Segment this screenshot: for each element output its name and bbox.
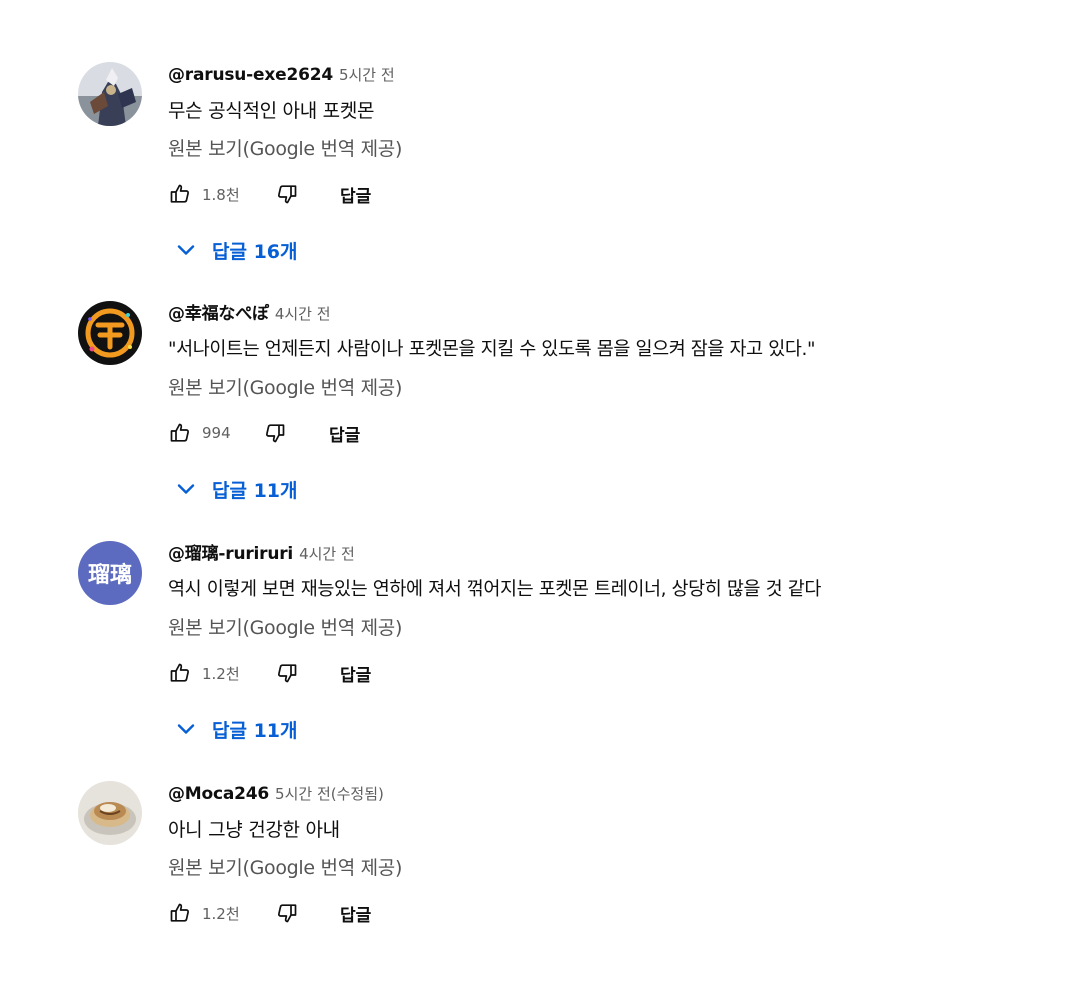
thumbs-down-icon — [277, 904, 297, 923]
photo-avatar-figure-icon — [78, 62, 142, 126]
replies-label: 답글 11개 — [212, 479, 298, 502]
dislike-button[interactable] — [261, 419, 289, 447]
view-replies-button[interactable]: 답글 11개 — [168, 713, 1028, 745]
reply-button[interactable]: 답글 — [329, 421, 360, 446]
thumbs-up-icon — [170, 663, 190, 682]
dislike-button[interactable] — [273, 659, 301, 687]
comment-author[interactable]: @幸福なぺぽ — [168, 304, 269, 324]
comment-time[interactable]: 4시간 전 — [299, 545, 355, 563]
thumbs-down-icon — [265, 424, 285, 443]
comment-text: 역시 이렇게 보면 재능있는 연하에 져서 꺾어지는 포켓몬 트레이너, 상당히… — [168, 579, 821, 600]
comment-time[interactable]: 5시간 전(수정됨) — [275, 785, 384, 803]
like-count: 1.2천 — [202, 664, 240, 683]
chevron-down-icon — [177, 724, 195, 734]
like-button[interactable] — [166, 899, 194, 927]
avatar[interactable]: 瑠璃 — [78, 541, 142, 605]
comment-text: 무슨 공식적인 아내 포켓몬 — [168, 100, 375, 122]
thumbs-down-icon — [277, 664, 297, 683]
like-count: 994 — [202, 424, 231, 442]
comment-toolbar: 1.8천 답글 — [168, 178, 1028, 210]
comment-toolbar: 1.2천 답글 — [168, 657, 1028, 689]
comment-author[interactable]: @瑠璃-ruriruri — [168, 544, 293, 564]
like-button[interactable] — [166, 180, 194, 208]
comment-toolbar: 994 답글 — [168, 417, 1028, 449]
like-button[interactable] — [166, 659, 194, 687]
reply-button[interactable]: 답글 — [340, 182, 371, 207]
photo-avatar-food-icon — [78, 781, 142, 845]
dislike-button[interactable] — [273, 899, 301, 927]
view-replies-button[interactable]: 답글 11개 — [168, 473, 1028, 505]
thumbs-up-icon — [170, 423, 190, 442]
comment-text: 아니 그냥 건강한 아내 — [168, 819, 340, 841]
thumbs-down-icon — [277, 185, 297, 204]
view-original-link[interactable]: 원본 보기(Google 번역 제공) — [168, 375, 1028, 401]
thumbs-up-icon — [170, 903, 190, 922]
like-button[interactable] — [166, 419, 194, 447]
comment-toolbar: 1.2천 답글 — [168, 897, 1028, 929]
avatar[interactable] — [78, 781, 142, 845]
comment-author[interactable]: @Moca246 — [168, 784, 269, 804]
view-original-link[interactable]: 원본 보기(Google 번역 제공) — [168, 136, 1028, 162]
like-count: 1.2천 — [202, 904, 240, 923]
reply-button[interactable]: 답글 — [340, 661, 371, 686]
comment-time[interactable]: 5시간 전 — [339, 66, 395, 84]
replies-label: 답글 11개 — [212, 719, 298, 742]
avatar[interactable] — [78, 301, 142, 365]
comment-author[interactable]: @rarusu-exe2624 — [168, 65, 333, 85]
comment-text: "서나이트는 언제든지 사람이나 포켓몬을 지킬 수 있도록 몸을 일으켜 잠을… — [168, 339, 816, 360]
thumbs-up-icon — [170, 184, 190, 203]
like-count: 1.8천 — [202, 185, 240, 204]
view-original-link[interactable]: 원본 보기(Google 번역 제공) — [168, 855, 1028, 881]
dislike-button[interactable] — [273, 180, 301, 208]
view-original-link[interactable]: 원본 보기(Google 번역 제공) — [168, 615, 1028, 641]
comment-time[interactable]: 4시간 전 — [275, 305, 331, 323]
replies-label: 답글 16개 — [212, 240, 298, 263]
avatar[interactable] — [78, 62, 142, 126]
logo-avatar-icon — [78, 301, 142, 365]
chevron-down-icon — [177, 245, 195, 255]
reply-button[interactable]: 답글 — [340, 901, 371, 926]
view-replies-button[interactable]: 답글 16개 — [168, 234, 1028, 266]
chevron-down-icon — [177, 484, 195, 494]
